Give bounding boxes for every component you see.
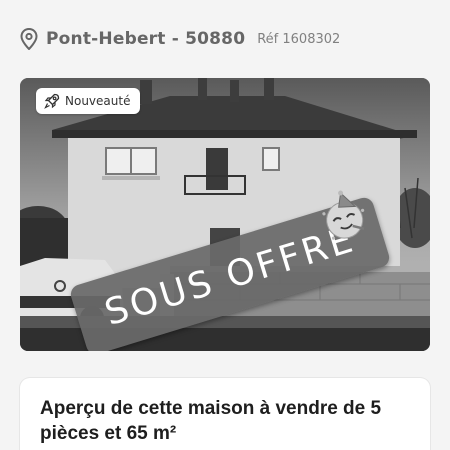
description-card: Aperçu de cette maison à vendre de 5 piè… [20,378,430,450]
new-badge: Nouveauté [36,88,141,114]
location-pin-icon [20,28,38,50]
house-photo[interactable]: Nouveauté SOUS OFFRE [20,78,430,351]
location-header: Pont-Hebert - 50880 Réf 1608302 [20,24,340,54]
description-title: Aperçu de cette maison à vendre de 5 piè… [40,398,382,444]
rocket-icon [44,93,60,109]
new-badge-label: Nouveauté [65,94,131,108]
listing-location: Pont-Hebert - 50880 [46,29,246,49]
listing-reference: Réf 1608302 [257,31,341,47]
